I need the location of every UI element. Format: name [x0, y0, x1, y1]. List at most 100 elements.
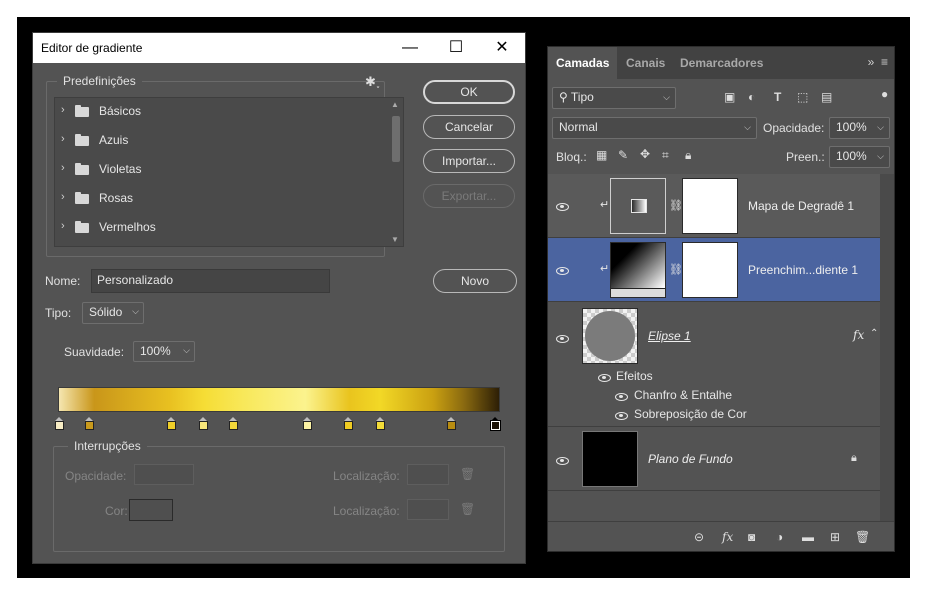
new-button[interactable]: Novo — [433, 269, 517, 293]
type-select-value: Sólido — [89, 305, 123, 319]
maximize-icon[interactable]: ☐ — [433, 33, 479, 63]
chevron-right-icon[interactable]: › — [61, 191, 71, 203]
color-stop[interactable] — [55, 417, 64, 430]
filter-toggle-icon[interactable]: ● — [881, 87, 888, 101]
chevron-right-icon[interactable]: › — [61, 133, 71, 145]
new-layer-icon[interactable]: ⊞ — [830, 530, 840, 544]
ellipse-shape — [585, 311, 635, 361]
color-stop[interactable] — [344, 417, 353, 430]
filter-smart-object-icon[interactable]: ▤ — [821, 90, 832, 104]
color-stop[interactable] — [447, 417, 456, 430]
color-stop-selected[interactable] — [490, 417, 501, 431]
visibility-eye-icon[interactable] — [556, 264, 569, 278]
stop-location-field-2 — [407, 499, 449, 520]
panel-menu-icon[interactable]: » ≡ — [868, 55, 888, 69]
color-stop[interactable] — [199, 417, 208, 430]
preset-folder-violetas[interactable]: › Violetas — [61, 160, 381, 180]
visibility-eye-icon[interactable] — [556, 200, 569, 214]
stops-legend: Interrupções — [68, 439, 147, 453]
filter-type-icon[interactable]: T — [774, 90, 781, 104]
effect-bevel-emboss[interactable]: Chanfro & Entalhe — [634, 388, 732, 402]
stop-swatch — [344, 421, 353, 430]
smoothness-select[interactable]: 100% ⌵ — [133, 341, 195, 362]
effects-title: Efeitos — [616, 369, 653, 383]
link-layers-icon[interactable]: ⊝ — [694, 530, 704, 544]
link-icon[interactable]: ⛓ — [669, 199, 683, 212]
filter-adjustment-icon[interactable]: ◐ — [748, 90, 755, 104]
lock-brush-icon[interactable]: ✎ — [618, 148, 628, 162]
background-thumbnail[interactable] — [582, 431, 638, 487]
scroll-up-icon[interactable]: ▲ — [391, 100, 399, 109]
tab-paths[interactable]: Demarcadores — [672, 47, 771, 79]
gradient-preview-bar[interactable] — [58, 387, 500, 412]
filter-shape-icon[interactable]: ⬚ — [797, 90, 808, 104]
gear-icon[interactable]: ✱˯ — [365, 74, 380, 90]
visibility-eye-icon[interactable] — [556, 332, 569, 346]
layer-row-ellipse[interactable]: Elipse 1 fx ⌃ Efeitos Chanfro & Entalhe … — [548, 302, 880, 427]
opacity-select[interactable]: 100% ⌵ — [829, 117, 890, 139]
color-stop[interactable] — [229, 417, 238, 430]
color-stop[interactable] — [376, 417, 385, 430]
visibility-eye-icon[interactable] — [556, 454, 569, 468]
color-stop[interactable] — [303, 417, 312, 430]
gradient-fill-thumbnail[interactable] — [610, 242, 666, 298]
layer-row-background[interactable]: Plano de Fundo 🔒︎ — [548, 427, 880, 491]
name-input[interactable]: Personalizado — [91, 269, 330, 293]
link-icon[interactable]: ⛓ — [669, 263, 683, 276]
scroll-down-icon[interactable]: ▼ — [391, 235, 399, 244]
preset-folder-azuis[interactable]: › Azuis — [61, 131, 381, 151]
chevron-down-icon: ⌵ — [877, 122, 884, 132]
lock-artboard-icon[interactable]: ⌗ — [662, 148, 669, 163]
add-mask-icon[interactable]: ◙ — [748, 530, 755, 544]
layer-name[interactable]: Mapa de Degradê 1 — [748, 199, 854, 213]
mask-thumbnail[interactable] — [682, 178, 738, 234]
minimize-icon[interactable]: — — [387, 33, 433, 63]
effect-eye-icon[interactable] — [615, 390, 628, 404]
layer-filter-select[interactable]: ⚲ Tipo ⌵ — [552, 87, 676, 109]
effects-eye-icon[interactable] — [598, 371, 611, 385]
layers-scrollbar[interactable] — [880, 174, 894, 524]
effect-color-overlay[interactable]: Sobreposição de Cor — [634, 407, 747, 421]
tab-channels[interactable]: Canais — [618, 47, 673, 79]
color-stop[interactable] — [85, 417, 94, 430]
new-group-icon[interactable]: ▬ — [802, 530, 814, 544]
layer-name[interactable]: Preenchim...diente 1 — [748, 263, 858, 277]
import-button[interactable]: Importar... — [423, 149, 515, 173]
lock-position-icon[interactable]: ✥ — [640, 147, 650, 161]
lock-transparency-icon[interactable]: ▦ — [596, 148, 607, 162]
shape-thumbnail[interactable] — [582, 308, 638, 364]
tab-layers[interactable]: Camadas — [548, 47, 618, 79]
fill-select[interactable]: 100% ⌵ — [829, 146, 890, 168]
lock-all-icon[interactable]: 🔒︎ — [685, 148, 691, 163]
adjustment-thumbnail[interactable] — [610, 178, 666, 234]
delete-layer-icon[interactable]: 🗑 — [855, 530, 870, 544]
layer-name[interactable]: Elipse 1 — [648, 329, 691, 343]
type-select[interactable]: Sólido ⌵ — [82, 302, 144, 324]
new-adjustment-icon[interactable]: ◑ — [776, 530, 783, 544]
chevron-right-icon[interactable]: › — [61, 104, 71, 116]
preset-folder-vermelhos[interactable]: › Vermelhos — [61, 218, 381, 238]
filter-pixel-icon[interactable]: ▣ — [724, 90, 735, 104]
fx-icon[interactable]: fx — [853, 328, 864, 342]
layer-row-gradient-fill[interactable]: ↵ ⛓ Preenchim...diente 1 — [548, 238, 880, 302]
preset-folder-basicos[interactable]: › Básicos — [61, 102, 381, 122]
close-icon[interactable]: ✕ — [479, 33, 525, 63]
cancel-button[interactable]: Cancelar — [423, 115, 515, 139]
layer-name[interactable]: Plano de Fundo — [648, 452, 733, 466]
add-style-icon[interactable]: fx — [722, 530, 733, 544]
layer-row-gradient-map[interactable]: ↵ ⛓ Mapa de Degradê 1 — [548, 174, 880, 238]
delete-opacity-stop-icon: 🗑 — [460, 467, 476, 481]
preset-folder-rosas[interactable]: › Rosas — [61, 189, 381, 209]
color-stop[interactable] — [167, 417, 176, 430]
mask-thumbnail[interactable] — [682, 242, 738, 298]
chevron-right-icon[interactable]: › — [61, 162, 71, 174]
chevron-right-icon[interactable]: › — [61, 220, 71, 232]
chevron-down-icon: ⌵ — [744, 122, 751, 132]
blend-mode-select[interactable]: Normal ⌵ — [552, 117, 757, 139]
ok-button[interactable]: OK — [423, 80, 515, 104]
scroll-thumb[interactable] — [392, 116, 400, 162]
chevron-down-icon: ⌵ — [132, 306, 139, 316]
effect-eye-icon[interactable] — [615, 409, 628, 423]
chevron-up-icon[interactable]: ⌃ — [870, 328, 878, 339]
preset-scrollbar[interactable]: ▲ ▼ — [389, 98, 403, 246]
